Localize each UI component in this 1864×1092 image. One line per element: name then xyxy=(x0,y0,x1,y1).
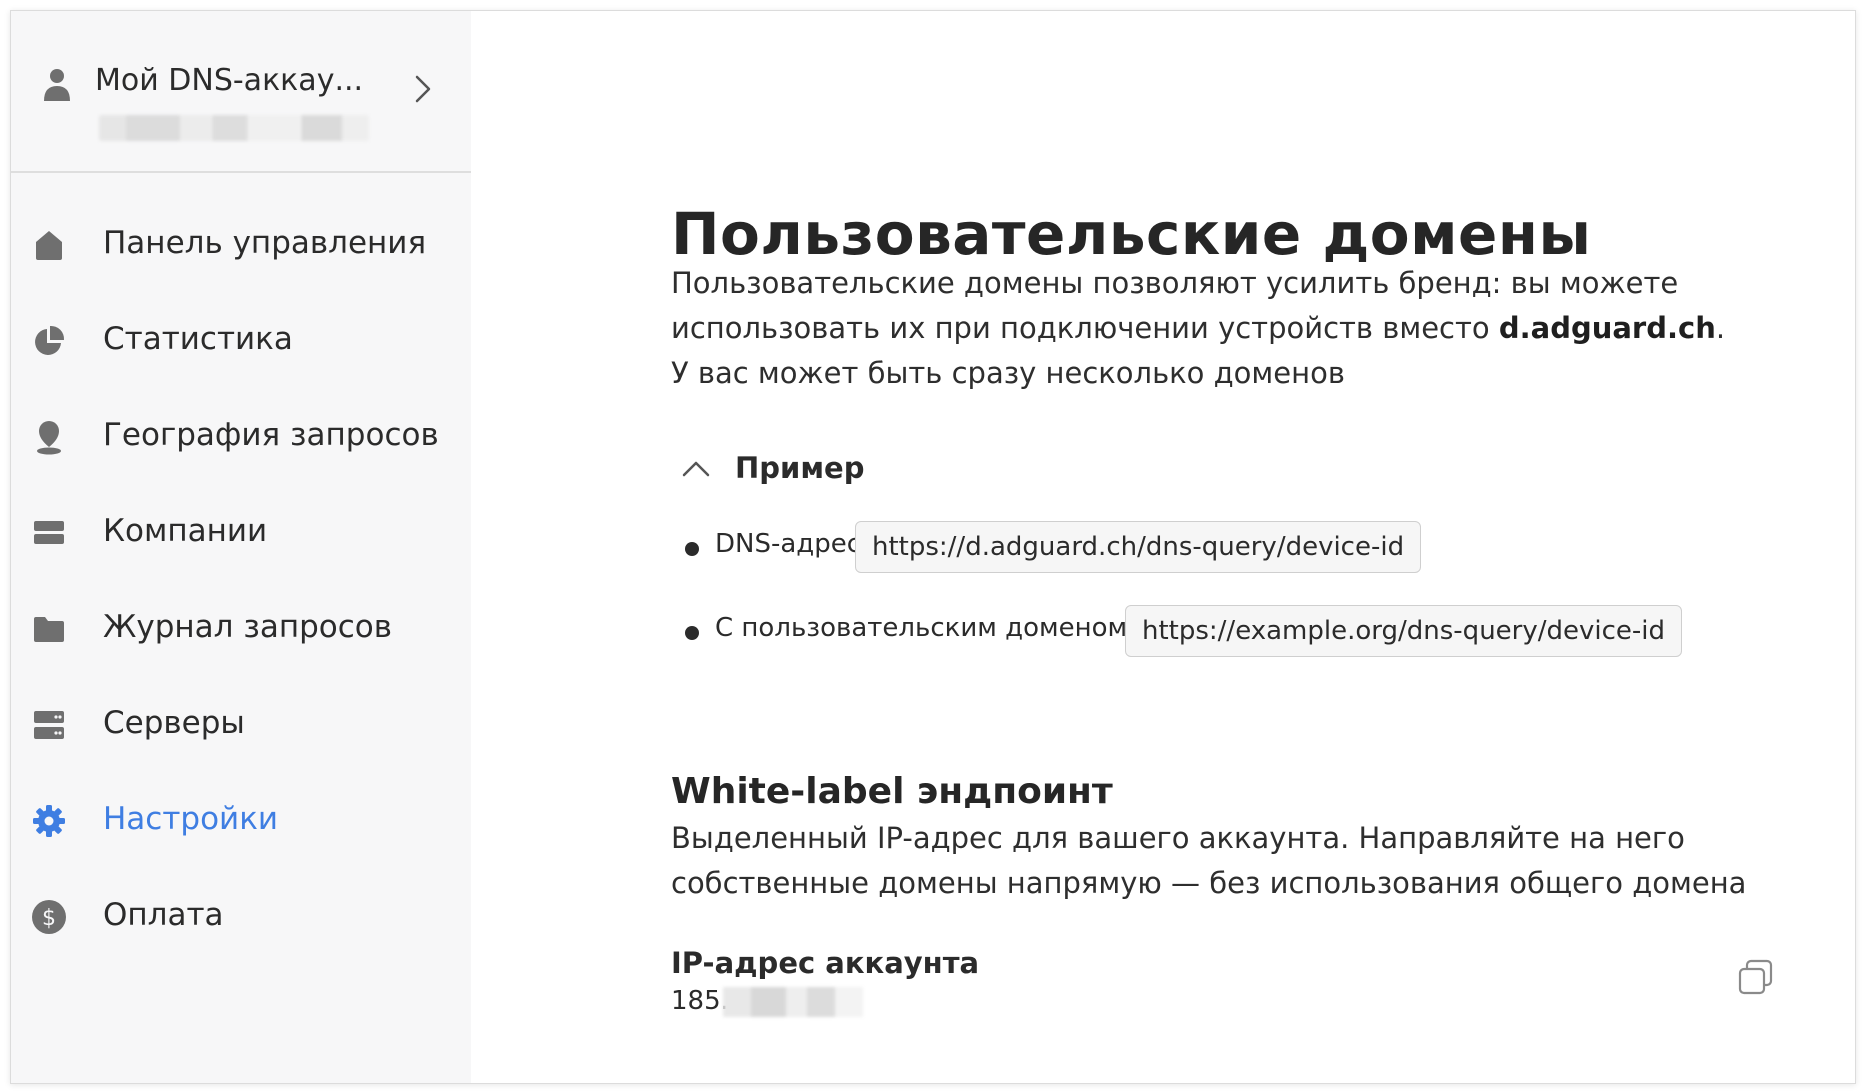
servers-icon xyxy=(34,711,64,739)
ip-label: IP-адрес аккаунта xyxy=(671,946,980,980)
location-pin-icon xyxy=(37,421,61,455)
page-description: Пользовательские домены позволяют усилит… xyxy=(671,261,1771,396)
example-key: DNS-адрес: xyxy=(715,529,870,559)
sidebar-item-servers[interactable]: Серверы xyxy=(11,681,471,777)
sidebar-item-statistics[interactable]: Статистика xyxy=(11,297,471,393)
companies-icon xyxy=(34,521,64,544)
dns-address-code: https://d.adguard.ch/dns-query/device-id xyxy=(855,521,1422,573)
sidebar-item-label: Компании xyxy=(103,513,268,549)
sidebar-item-label: Статистика xyxy=(103,321,293,357)
sidebar: Мой DNS-аккау... Панель управления Стати… xyxy=(11,11,471,1083)
account-switcher[interactable]: Мой DNS-аккау... xyxy=(11,11,471,173)
sidebar-nav: Панель управления Статистика География з… xyxy=(11,201,471,969)
user-icon xyxy=(44,69,70,101)
ip-value: 185. xyxy=(671,986,729,1016)
svg-text:$: $ xyxy=(42,906,56,931)
sidebar-item-label: Настройки xyxy=(103,801,279,837)
example-label: Пример xyxy=(735,451,865,485)
custom-domain-code: https://example.org/dns-query/device-id xyxy=(1125,605,1683,657)
sidebar-item-geography[interactable]: География запросов xyxy=(11,393,471,489)
bullet xyxy=(685,626,699,640)
page-title: Пользовательские домены xyxy=(671,199,1592,268)
default-domain: d.adguard.ch xyxy=(1498,311,1716,345)
chevron-right-icon[interactable] xyxy=(411,71,435,107)
sidebar-item-dashboard[interactable]: Панель управления xyxy=(11,201,471,297)
sidebar-item-label: Серверы xyxy=(103,705,245,741)
sidebar-item-label: Панель управления xyxy=(103,225,427,261)
sidebar-item-label: Журнал запросов xyxy=(103,609,393,645)
description-line3: У вас может быть сразу несколько доменов xyxy=(671,356,1345,390)
dollar-icon: $ xyxy=(32,900,66,934)
bullet xyxy=(685,542,699,556)
example-key: С пользовательским доменом: xyxy=(715,613,1136,643)
ip-redacted xyxy=(723,987,863,1017)
sidebar-item-query-log[interactable]: Журнал запросов xyxy=(11,585,471,681)
app-window: Мой DNS-аккау... Панель управления Стати… xyxy=(10,10,1856,1084)
chevron-up-icon xyxy=(682,461,710,477)
sidebar-item-companies[interactable]: Компании xyxy=(11,489,471,585)
account-name: Мой DNS-аккау... xyxy=(95,63,364,98)
description-text-end: . xyxy=(1715,311,1726,345)
main-content: Пользовательские домены Пользовательские… xyxy=(471,11,1855,1083)
account-email-redacted xyxy=(99,115,369,141)
sidebar-item-settings[interactable]: Настройки xyxy=(11,777,471,873)
folder-icon xyxy=(34,617,64,642)
sidebar-item-label: География запросов xyxy=(103,417,439,453)
gear-icon xyxy=(33,805,65,837)
sidebar-item-label: Оплата xyxy=(103,897,224,933)
copy-icon[interactable] xyxy=(1735,957,1777,999)
pie-chart-icon xyxy=(35,325,65,355)
home-icon xyxy=(36,231,62,260)
white-label-title: White-label эндпоинт xyxy=(671,770,1113,812)
sidebar-item-billing[interactable]: $ Оплата xyxy=(11,873,471,969)
white-label-description: Выделенный IP-адрес для вашего аккаунта.… xyxy=(671,821,1747,900)
